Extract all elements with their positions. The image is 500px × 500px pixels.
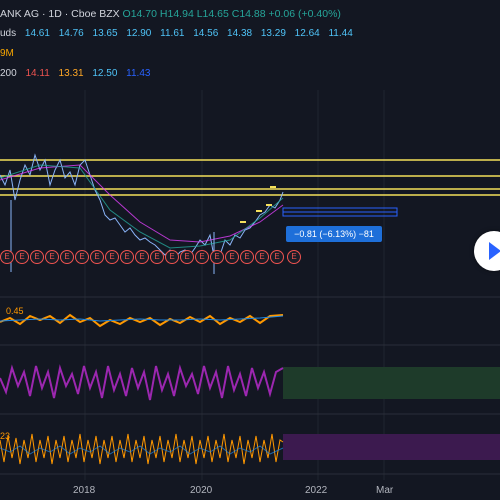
- oscillator-1-value: 0.45: [6, 306, 24, 316]
- earnings-badge[interactable]: E: [135, 250, 149, 264]
- earnings-badge[interactable]: E: [165, 250, 179, 264]
- x-axis-label: 2018: [73, 485, 96, 496]
- earnings-badge[interactable]: E: [225, 250, 239, 264]
- earnings-badge[interactable]: E: [75, 250, 89, 264]
- x-axis-label: 2022: [305, 485, 328, 496]
- earnings-badge[interactable]: E: [0, 250, 14, 264]
- moving-average-fast: [0, 164, 284, 249]
- earnings-badge[interactable]: E: [30, 250, 44, 264]
- earnings-badge[interactable]: E: [240, 250, 254, 264]
- signal-marker: [240, 221, 246, 223]
- oscillator-2-line: [0, 364, 284, 401]
- earnings-badge[interactable]: E: [270, 250, 284, 264]
- earnings-badge[interactable]: E: [287, 250, 301, 264]
- earnings-badge[interactable]: E: [120, 250, 134, 264]
- earnings-badge[interactable]: E: [60, 250, 74, 264]
- earnings-badge[interactable]: E: [150, 250, 164, 264]
- earnings-badge[interactable]: E: [255, 250, 269, 264]
- signal-marker: [256, 210, 262, 212]
- oscillator-2-zone: [283, 367, 500, 399]
- earnings-badge[interactable]: E: [105, 250, 119, 264]
- signal-marker: [266, 204, 272, 206]
- earnings-badge[interactable]: E: [210, 250, 224, 264]
- price-line: [0, 153, 284, 264]
- x-axis-label: Mar: [376, 485, 394, 496]
- earnings-badge[interactable]: E: [195, 250, 209, 264]
- oscillator-3-value: 23: [0, 431, 11, 441]
- earnings-badge[interactable]: E: [15, 250, 29, 264]
- earnings-badge[interactable]: E: [45, 250, 59, 264]
- oscillator-3-zone: [283, 434, 500, 460]
- signal-marker: [270, 186, 276, 188]
- oscillator-1-line: [0, 313, 284, 328]
- x-axis-label: 2020: [190, 485, 213, 496]
- earnings-badge[interactable]: E: [90, 250, 104, 264]
- earnings-badge[interactable]: E: [180, 250, 194, 264]
- price-change-tag[interactable]: −0.81 (−6.13%) −81: [286, 226, 382, 242]
